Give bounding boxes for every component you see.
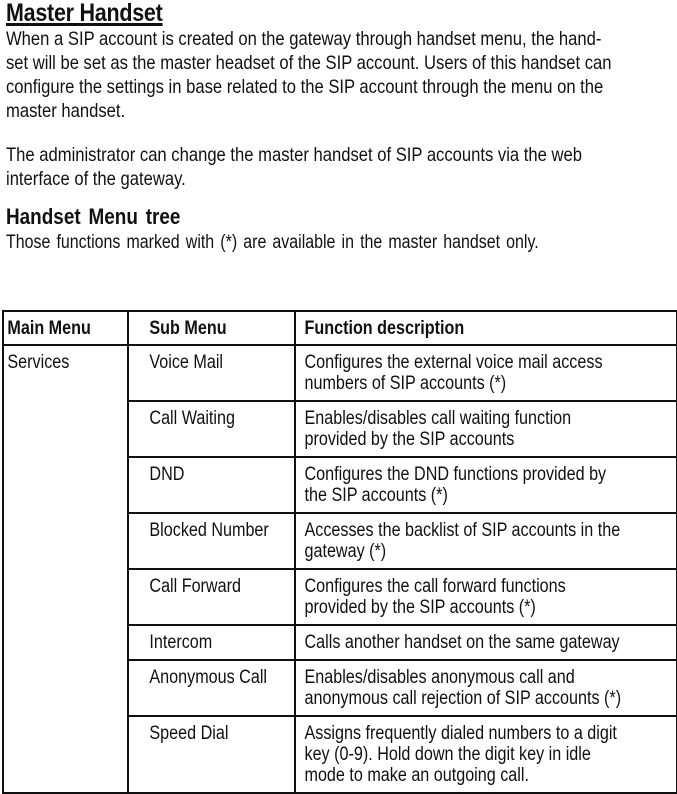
header-sub-menu: Sub Menu	[127, 310, 296, 346]
intro-line: When a SIP account is created on the gat…	[6, 28, 602, 50]
sub-menu-cell: Call Waiting	[127, 400, 296, 458]
intro-line: configure the settings in base related t…	[6, 76, 604, 98]
sub-menu-cell: Call Forward	[127, 568, 296, 626]
sub-menu-cell: Voice Mail	[127, 344, 296, 402]
intro-line: set will be set as the master headset of…	[6, 52, 612, 74]
admin-paragraph: The administrator can change the master …	[6, 143, 674, 191]
sub-menu-cell: Intercom	[127, 624, 296, 661]
intro-paragraph: When a SIP account is created on the gat…	[6, 27, 674, 123]
intro-line: master handset.	[6, 100, 126, 122]
main-menu-cell: Services	[2, 344, 129, 794]
description-cell: Assigns frequently dialed numbers to a d…	[294, 715, 677, 794]
description-cell: Configures the DND functions provided by…	[294, 456, 677, 514]
header-main-menu: Main Menu	[2, 310, 129, 346]
sub-menu-cell: Blocked Number	[127, 512, 296, 570]
header-function-description: Function description	[294, 310, 677, 346]
section-title: Master Handset	[6, 0, 163, 27]
description-cell: Configures the call forward functions pr…	[294, 568, 677, 626]
description-cell: Configures the external voice mail acces…	[294, 344, 677, 402]
menu-tree-title: Handset Menu tree	[6, 204, 181, 229]
menu-tree-note: Those functions marked with (*) are avai…	[6, 232, 539, 253]
sub-menu-cell: Speed Dial	[127, 715, 296, 794]
admin-line: The administrator can change the master …	[6, 144, 582, 166]
table-row: Services Voice Mail Configures the exter…	[2, 344, 677, 794]
admin-line: interface of the gateway.	[6, 168, 186, 190]
description-cell: Accesses the backlist of SIP accounts in…	[294, 512, 677, 570]
description-cell: Enables/disables call waiting function p…	[294, 400, 677, 458]
table-header-row: Main Menu Sub Menu Function description	[2, 310, 677, 346]
sub-menu-cell: DND	[127, 456, 296, 514]
description-cell: Calls another handset on the same gatewa…	[294, 624, 677, 661]
description-cell: Enables/disables anonymous call and anon…	[294, 659, 677, 717]
menu-tree-table: Main Menu Sub Menu Function description …	[2, 310, 677, 794]
sub-menu-cell: Anonymous Call	[127, 659, 296, 717]
